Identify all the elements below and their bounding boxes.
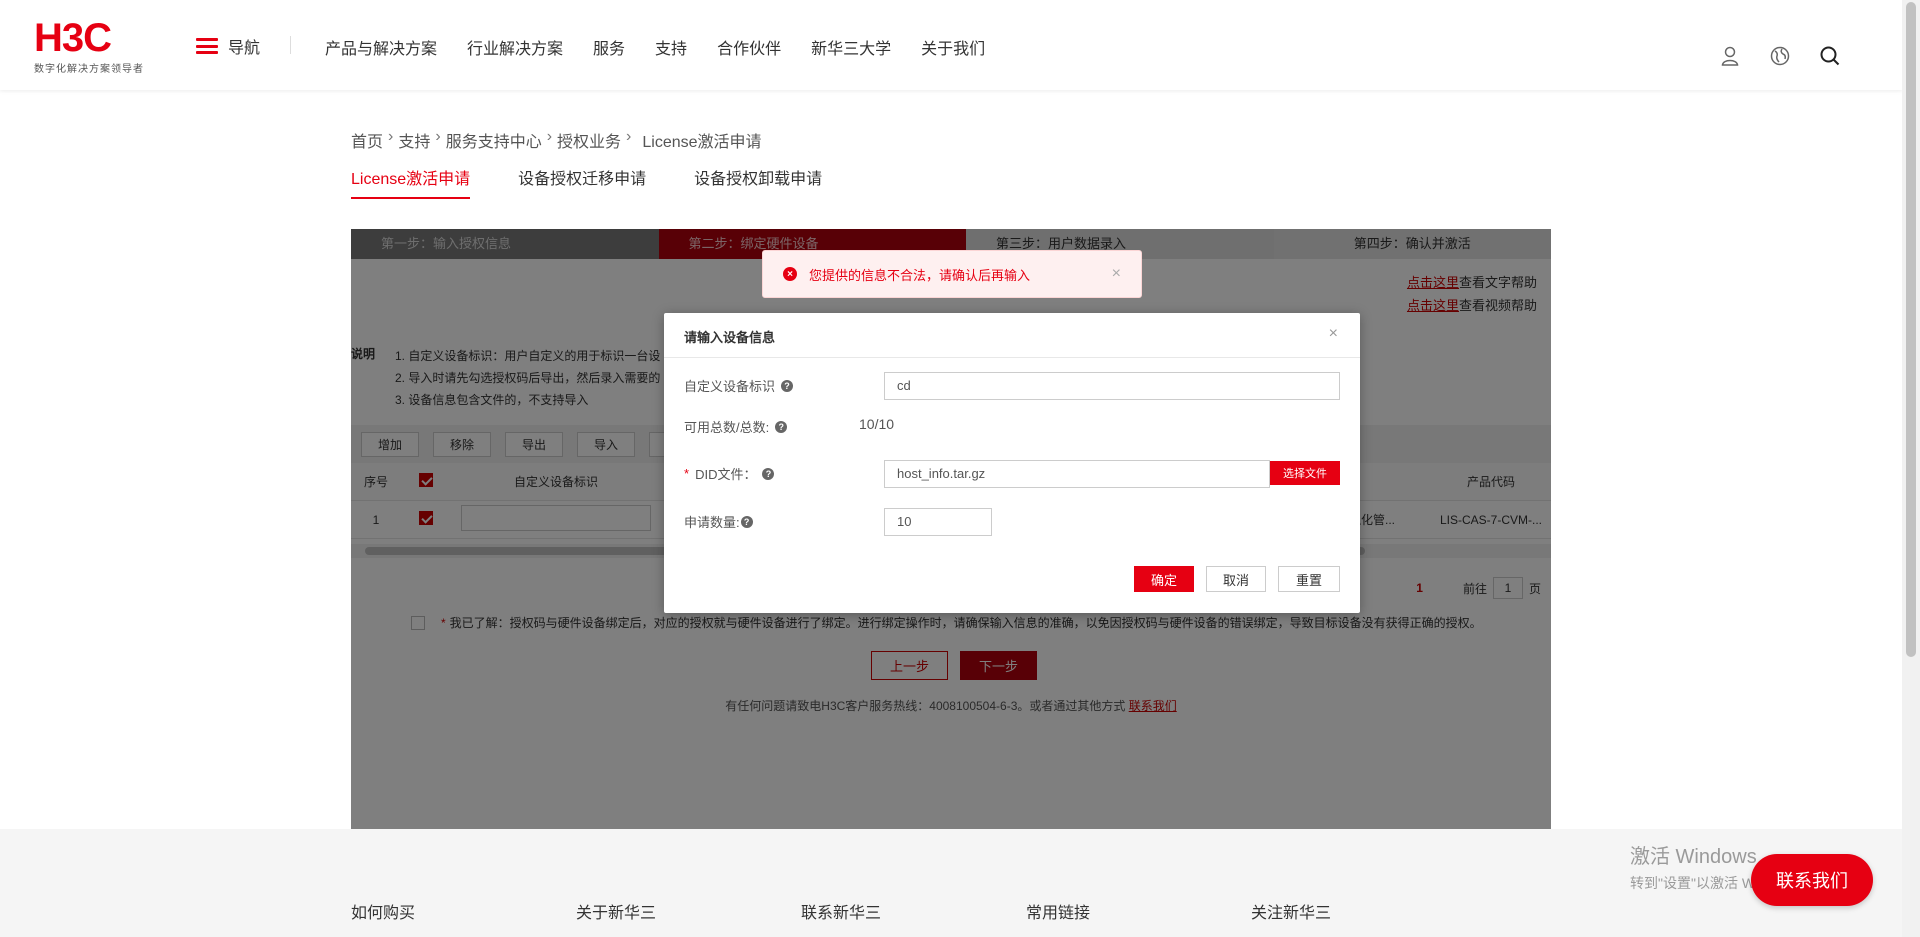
globe-icon[interactable] — [1768, 44, 1792, 68]
custom-id-input[interactable]: cd — [884, 372, 1340, 400]
main-nav: 产品与解决方案 行业解决方案 服务 支持 合作伙伴 新华三大学 关于我们 — [325, 35, 1015, 59]
dialog-divider — [664, 357, 1360, 358]
logo-tagline: 数字化解决方案领导者 — [34, 64, 144, 75]
nav-item-university[interactable]: 新华三大学 — [811, 35, 891, 59]
reset-button[interactable]: 重置 — [1278, 566, 1340, 592]
quantity-input[interactable]: 10 — [884, 508, 992, 536]
header-icons — [1692, 44, 1842, 68]
qty-label-row: 申请数量: ? — [684, 512, 753, 531]
breadcrumb-separator: › — [546, 128, 553, 145]
site-footer: 如何购买 关于新华三 联系新华三 常用链接 关注新华三 — [0, 829, 1902, 937]
custom-id-label-row: 自定义设备标识 ? — [684, 376, 794, 395]
tab-license-uninstall[interactable]: 设备授权卸载申请 — [694, 165, 822, 199]
watermark-line2: 转到"设置"以激活 Win — [1630, 875, 1766, 891]
help-icon[interactable]: ? — [762, 467, 775, 480]
nav-item-services[interactable]: 服务 — [593, 35, 625, 59]
nav-item-support[interactable]: 支持 — [655, 35, 687, 59]
total-label-row: 可用总数/总数: ? — [684, 417, 788, 436]
error-icon: × — [783, 267, 797, 281]
h3c-logo[interactable]: H3C 数字化解决方案领导者 — [34, 16, 144, 75]
footer-links: 如何购买 关于新华三 联系新华三 常用链接 关注新华三 — [351, 899, 1476, 923]
nav-divider — [290, 36, 291, 54]
nav-item-about[interactable]: 关于我们 — [921, 35, 985, 59]
watermark-line1: 激活 Windows — [1630, 846, 1757, 868]
breadcrumb-separator: › — [626, 128, 632, 145]
hamburger-icon — [196, 38, 218, 54]
logo-mark: H3C — [34, 16, 112, 60]
breadcrumb-license[interactable]: 授权业务 — [557, 128, 621, 152]
confirm-button[interactable]: 确定 — [1134, 566, 1194, 592]
page-scrollbar[interactable] — [1902, 0, 1920, 937]
custom-id-label: 自定义设备标识 — [684, 379, 776, 394]
breadcrumb-support[interactable]: 支持 — [398, 128, 430, 152]
tab-bar: License激活申请 设备授权迁移申请 设备授权卸载申请 — [351, 165, 870, 199]
error-toast: × 您提供的信息不合法，请确认后再输入 × — [762, 250, 1142, 298]
site-header: H3C 数字化解决方案领导者 导航 产品与解决方案 行业解决方案 服务 支持 合… — [0, 0, 1902, 90]
toast-message: 您提供的信息不合法，请确认后再输入 — [809, 267, 1031, 283]
did-label: DID文件： — [695, 467, 757, 482]
help-icon[interactable]: ? — [740, 515, 753, 528]
total-label: 可用总数/总数: — [684, 420, 770, 435]
tab-license-activation[interactable]: License激活申请 — [351, 165, 471, 199]
cancel-button[interactable]: 取消 — [1206, 566, 1266, 592]
dialog-title: 请输入设备信息 — [684, 330, 776, 345]
footer-contact[interactable]: 联系新华三 — [801, 899, 1026, 923]
footer-about[interactable]: 关于新华三 — [576, 899, 801, 923]
did-file-input[interactable]: host_info.tar.gz — [884, 460, 1270, 488]
contact-us-button[interactable]: 联系我们 — [1751, 854, 1873, 906]
nav-item-products[interactable]: 产品与解决方案 — [325, 35, 437, 59]
required-mark: * — [684, 466, 690, 481]
help-icon[interactable]: ? — [781, 379, 794, 392]
breadcrumb-separator: › — [435, 128, 441, 145]
dialog-close-icon[interactable]: × — [1329, 325, 1338, 343]
breadcrumb-home[interactable]: 首页 — [351, 128, 383, 152]
device-info-dialog: 请输入设备信息 × 自定义设备标识 ? cd 可用总数/总数: ? 10/10 … — [664, 313, 1360, 613]
nav-toggle-button[interactable]: 导航 — [196, 34, 260, 58]
footer-links-common[interactable]: 常用链接 — [1026, 899, 1251, 923]
nav-item-industry[interactable]: 行业解决方案 — [467, 35, 563, 59]
total-value: 10/10 — [859, 416, 895, 432]
footer-follow[interactable]: 关注新华三 — [1251, 899, 1476, 923]
footer-how-to-buy[interactable]: 如何购买 — [351, 899, 576, 923]
nav-toggle-label: 导航 — [228, 40, 261, 57]
nav-item-partners[interactable]: 合作伙伴 — [717, 35, 781, 59]
toast-close-icon[interactable]: × — [1112, 265, 1121, 283]
choose-file-button[interactable]: 选择文件 — [1270, 461, 1340, 485]
windows-activation-watermark: 激活 Windows 转到"设置"以激活 Win — [1630, 840, 1766, 893]
breadcrumb-separator: › — [388, 128, 394, 145]
breadcrumb: 首页 › 支持 › 服务支持中心 › 授权业务 › License激活申请 — [351, 128, 762, 152]
tab-license-migration[interactable]: 设备授权迁移申请 — [518, 165, 646, 199]
user-icon[interactable] — [1718, 44, 1742, 68]
qty-label: 申请数量: — [684, 515, 740, 530]
help-icon[interactable]: ? — [775, 420, 788, 433]
breadcrumb-service-center[interactable]: 服务支持中心 — [446, 128, 542, 152]
did-label-row: * DID文件： ? — [684, 464, 775, 483]
search-icon[interactable] — [1818, 44, 1842, 68]
breadcrumb-current: License激活申请 — [642, 134, 762, 151]
